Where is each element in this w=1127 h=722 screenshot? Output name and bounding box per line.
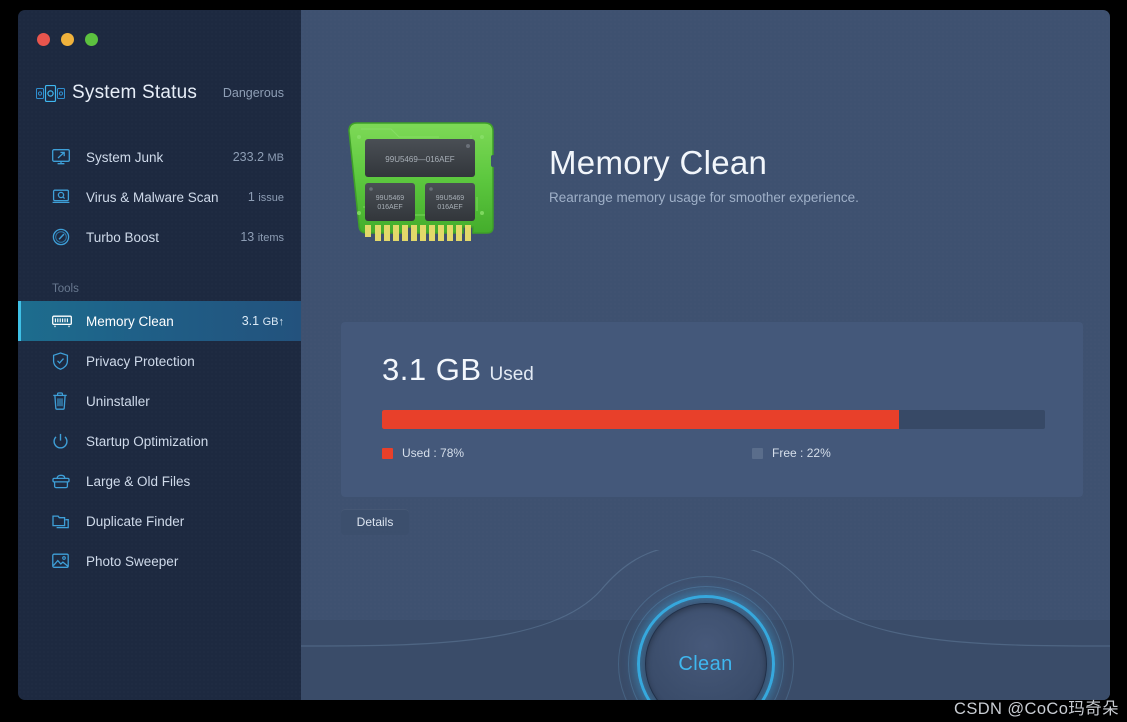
system-status-header[interactable]: System Status Dangerous [18,72,301,114]
sidebar-item-turbo-boost[interactable]: Turbo Boost 13 items [18,217,301,257]
memory-legend: Used : 78% Free : 22% [382,446,1045,460]
sidebar-item-duplicate-finder[interactable]: Duplicate Finder [18,501,301,541]
sidebar-item-virus-malware-scan[interactable]: Virus & Malware Scan 1 issue [18,177,301,217]
legend-swatch-used [382,447,393,459]
clean-button-group: Clean [617,576,794,700]
tools-section-label: Tools [52,283,79,295]
photo-icon [52,553,76,569]
archive-box-icon [52,473,76,490]
page-title: System Status [72,82,198,103]
tools-list: Memory Clean 3.1 GB↑ Privacy Protection [18,301,301,581]
sidebar-item-label: Privacy Protection [86,353,195,369]
ram-stick-illustration: 99U5469—016AEF 99U5469 016AEF 99U5469 01… [341,115,501,255]
sidebar-item-label: Turbo Boost [86,229,160,245]
trash-icon [52,392,76,410]
sidebar-item-label: Memory Clean [86,313,174,329]
sidebar-nav: System Junk 233.2 MB Virus & Malware Sca… [18,137,301,581]
memory-progress-fill [382,410,900,429]
sidebar-item-privacy-protection[interactable]: Privacy Protection [18,341,301,381]
hero-title: Memory Clean [549,144,768,181]
sidebar-item-label: Startup Optimization [86,433,209,449]
sidebar-item-memory-clean[interactable]: Memory Clean 3.1 GB↑ [18,301,301,341]
legend-label-free: Free : 22% [772,446,831,460]
legend-label-used: Used : 78% [402,446,465,460]
sidebar-item-label: Uninstaller [86,393,150,409]
status-badge: Dangerous [222,86,284,100]
clean-button-label: Clean [678,652,733,675]
usage-amount-word: Used [489,364,534,385]
ram-chip-top-label: 99U5469—016AEF [385,155,454,164]
sidebar-item-label: System Junk [86,149,164,165]
sidebar-item-label: Virus & Malware Scan [86,189,219,205]
legend-item-free: Free : 22% [752,446,831,460]
power-icon [52,433,76,450]
sidebar-item-label: Large & Old Files [86,473,191,489]
svg-text:016AEF: 016AEF [377,204,402,211]
usage-heading: 3.1 GB Used [382,352,534,388]
shield-check-icon [52,352,76,370]
zoom-button[interactable] [85,33,98,46]
duplicate-files-icon [52,513,76,530]
system-status-icon [36,84,66,102]
sidebar-item-value: 13 items [240,230,284,244]
speedometer-icon [52,228,76,246]
sidebar-item-photo-sweeper[interactable]: Photo Sweeper [18,541,301,581]
watermark: CSDN @CoCo玛奇朵 [954,700,1119,718]
svg-text:016AEF: 016AEF [437,204,462,211]
minimize-button[interactable] [61,33,74,46]
monitor-arrow-icon [52,149,76,165]
sidebar-item-startup-optimization[interactable]: Startup Optimization [18,421,301,461]
sidebar-item-uninstaller[interactable]: Uninstaller [18,381,301,421]
legend-swatch-free [752,447,764,459]
memory-usage-card: 3.1 GB Used Used : 78% Free : 22% [341,322,1083,497]
hero-subtitle: Rearrange memory usage for smoother expe… [549,190,859,206]
screen: System Status Dangerous System Junk 233.… [0,0,1127,722]
hero-section: 99U5469—016AEF 99U5469 016AEF 99U5469 01… [341,115,859,255]
details-button[interactable]: Details [341,509,409,535]
sidebar-item-label: Duplicate Finder [86,513,185,529]
sidebar: System Status Dangerous System Junk 233.… [18,10,301,700]
sidebar-item-value: 233.2 MB [232,150,284,164]
main-content: 99U5469—016AEF 99U5469 016AEF 99U5469 01… [301,10,1110,700]
window-controls [37,33,98,46]
sidebar-item-label: Photo Sweeper [86,553,179,569]
app-window: System Status Dangerous System Junk 233.… [18,10,1110,700]
magnifier-scan-icon [52,189,76,205]
svg-text:99U5469: 99U5469 [436,195,465,202]
memory-progress-bar [382,410,1045,429]
sidebar-item-system-junk[interactable]: System Junk 233.2 MB [18,137,301,177]
usage-amount: 3.1 GB [382,352,482,387]
sidebar-item-value: 3.1 GB↑ [241,314,284,328]
hero-text: Memory Clean Rearrange memory usage for … [549,115,859,205]
legend-item-used: Used : 78% [382,446,464,460]
memory-chip-icon [52,314,76,328]
svg-text:99U5469: 99U5469 [376,195,405,202]
sidebar-item-value: 1 issue [247,190,284,204]
sidebar-item-large-old-files[interactable]: Large & Old Files [18,461,301,501]
close-button[interactable] [37,33,50,46]
